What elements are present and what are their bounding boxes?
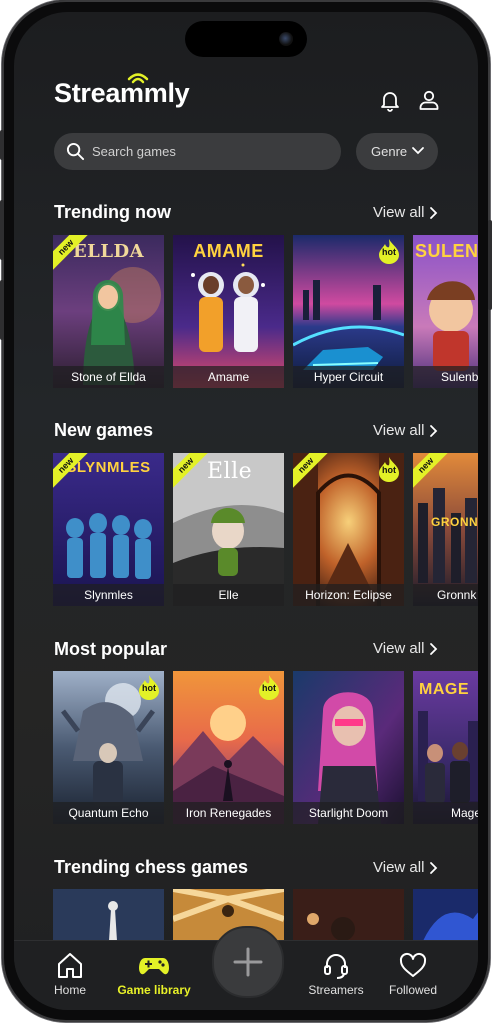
game-card[interactable]: MAGE Mage [413, 671, 478, 824]
game-title: Mage [413, 802, 478, 824]
game-card[interactable] [413, 889, 478, 941]
game-title: Gronnk [413, 584, 478, 606]
view-all-label: View all [373, 422, 425, 439]
tab-label: Home [53, 983, 86, 997]
game-card[interactable]: hot Hyper Circuit [293, 235, 404, 388]
add-button[interactable] [212, 926, 284, 998]
search-icon [66, 142, 85, 161]
new-badge-label: new [53, 235, 96, 277]
app-screen: Streammly Search games Genre Trending no… [14, 12, 478, 1010]
game-card[interactable] [293, 889, 404, 941]
game-card[interactable]: Starlight Doom [293, 671, 404, 824]
tab-label: Streamers [308, 983, 364, 997]
game-cover-art [53, 889, 164, 941]
search-input[interactable]: Search games [54, 133, 341, 170]
section-title-new-games: New games [54, 420, 154, 440]
game-title: Quantum Echo [53, 802, 164, 824]
view-all-label: View all [373, 640, 425, 657]
section-title-most-popular: Most popular [54, 639, 167, 659]
search-placeholder: Search games [92, 144, 176, 159]
heart-icon [399, 952, 427, 977]
game-title: Slynmles [53, 584, 164, 606]
tab-label: Game library [117, 983, 191, 997]
headset-icon [324, 954, 348, 979]
game-card[interactable]: GRONNK new Gronnk [413, 453, 478, 606]
tab-home[interactable]: Home [30, 951, 110, 997]
game-cover-art [413, 889, 478, 941]
side-button [0, 280, 4, 340]
game-card[interactable]: ELLDA new Stone of Ellda [53, 235, 164, 388]
game-title: Starlight Doom [293, 802, 404, 824]
game-card[interactable]: new hot Horizon: Eclipse [293, 453, 404, 606]
hot-badge-label: hot [382, 465, 396, 475]
bell-icon[interactable] [378, 88, 402, 112]
chevron-right-icon [430, 425, 438, 437]
view-all-label: View all [373, 204, 425, 221]
game-card[interactable]: hot Iron Renegades [173, 671, 284, 824]
new-badge: new [413, 453, 457, 497]
art-title: SULEN [415, 241, 478, 261]
chevron-right-icon [430, 643, 438, 655]
chevron-right-icon [430, 862, 438, 874]
user-icon[interactable] [417, 88, 441, 112]
new-badge-label: new [53, 453, 96, 495]
new-badge-label: new [173, 453, 216, 495]
game-card[interactable]: SULEN Sulenb [413, 235, 478, 388]
game-card[interactable] [53, 889, 164, 941]
new-badge: new [53, 235, 97, 279]
plus-icon [233, 947, 263, 977]
hot-badge-label: hot [262, 683, 276, 693]
camera-icon [279, 32, 293, 46]
signal-wave-icon [127, 73, 149, 84]
genre-dropdown[interactable]: Genre [356, 133, 438, 170]
game-title: Sulenb [413, 366, 478, 388]
view-all-trending-chess[interactable]: View all [373, 859, 438, 876]
view-all-most-popular[interactable]: View all [373, 640, 438, 657]
chevron-down-icon [412, 147, 424, 155]
tab-streamers[interactable]: Streamers [296, 951, 376, 997]
home-icon [58, 953, 82, 978]
app-logo: Streammly [54, 78, 190, 108]
art-title: MAGE [419, 681, 469, 698]
new-badge: new [293, 453, 337, 497]
tab-followed[interactable]: Followed [373, 951, 453, 997]
dynamic-island [185, 21, 307, 57]
hot-badge: hot [257, 674, 281, 700]
hot-badge: hot [137, 674, 161, 700]
game-cover-art [293, 889, 404, 941]
game-card[interactable]: hot Quantum Echo [53, 671, 164, 824]
genre-label: Genre [371, 144, 408, 159]
tab-label: Followed [388, 983, 438, 997]
chevron-right-icon [430, 207, 438, 219]
view-all-new-games[interactable]: View all [373, 422, 438, 439]
side-button [488, 220, 492, 310]
game-card[interactable]: Elle new Elle [173, 453, 284, 606]
tab-game-library[interactable]: Game library [109, 951, 199, 997]
view-all-trending[interactable]: View all [373, 204, 438, 221]
game-card[interactable]: SLYNMLES new Slynmles [53, 453, 164, 606]
new-badge-label: new [413, 453, 456, 495]
view-all-label: View all [373, 859, 425, 876]
new-badge-label: new [293, 453, 336, 495]
side-button [0, 200, 4, 260]
hot-badge-icon [379, 239, 399, 264]
side-button [0, 130, 4, 160]
game-title: Elle [173, 584, 284, 606]
game-title: Iron Renegades [173, 802, 284, 824]
game-title: Amame [173, 366, 284, 388]
game-title: Stone of Ellda [53, 366, 164, 388]
hot-badge: hot [377, 456, 401, 482]
game-title: Hyper Circuit [293, 366, 404, 388]
hot-badge-label: hot [142, 683, 156, 693]
game-card[interactable]: AMAME Amame [173, 235, 284, 388]
art-title: GRONNK [431, 515, 478, 529]
new-badge: new [53, 453, 97, 497]
art-title: AMAME [193, 241, 264, 261]
game-title: Horizon: Eclipse [293, 584, 404, 606]
new-badge: new [173, 453, 217, 497]
gamepad-icon [139, 958, 169, 975]
section-title-trending: Trending now [54, 202, 171, 222]
section-title-trending-chess: Trending chess games [54, 857, 249, 877]
